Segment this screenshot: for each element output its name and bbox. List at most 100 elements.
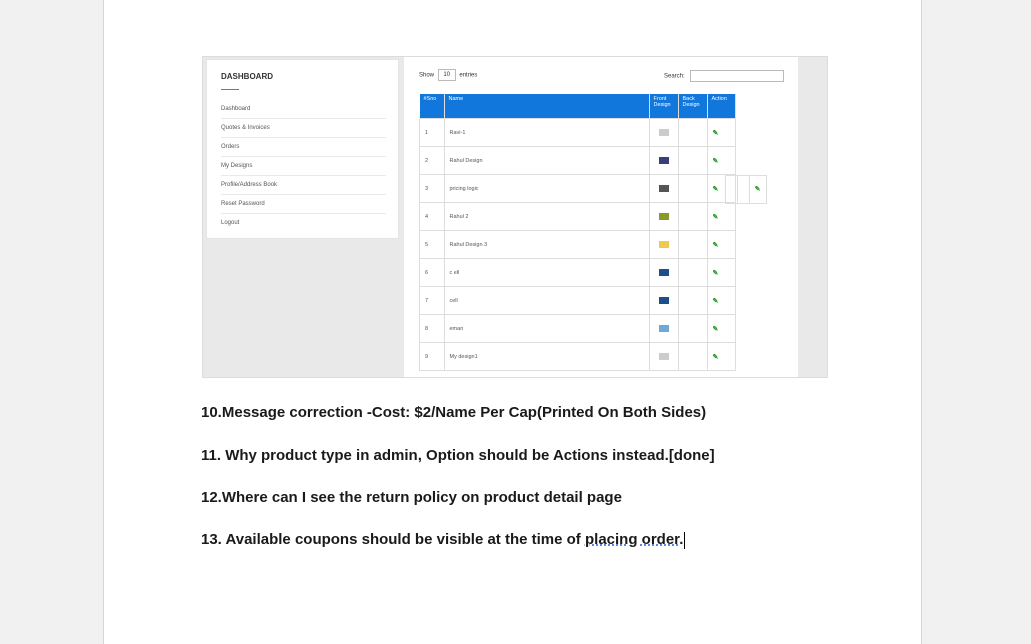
menu-item-my-designs: My Designs xyxy=(221,157,386,176)
dashboard-sidebar: DASHBOARD Dashboard Quotes & Invoices Or… xyxy=(206,59,399,239)
misaligned-action-cells: ✎ xyxy=(725,175,767,204)
cell-back-design xyxy=(677,342,708,371)
edit-icon: ✎ xyxy=(712,241,719,249)
document-page[interactable]: DASHBOARD Dashboard Quotes & Invoices Or… xyxy=(103,0,922,644)
cell-back-design xyxy=(677,258,708,287)
edit-icon: ✎ xyxy=(712,213,719,221)
cell-sno: 9 xyxy=(419,342,445,371)
cell-sno: 4 xyxy=(419,202,445,231)
cell-front-design xyxy=(648,146,679,175)
cell-front-design xyxy=(648,258,679,287)
cell-sno: 5 xyxy=(419,230,445,259)
col-front-design: Front Design xyxy=(649,94,679,119)
table-header-row: #Sno Name Front Design Back Design Actio… xyxy=(419,94,736,119)
dashboard-title: DASHBOARD xyxy=(221,72,273,81)
cell-back-design xyxy=(677,314,708,343)
edit-icon: ✎ xyxy=(712,185,719,193)
cell-action: ✎ xyxy=(706,146,736,175)
cell-front-design xyxy=(648,202,679,231)
cell-action: ✎ xyxy=(706,286,736,315)
point-13[interactable]: 13. Available coupons should be visible … xyxy=(201,531,686,549)
design-thumbnail-icon xyxy=(658,157,669,164)
cell-name: eman xyxy=(443,314,650,343)
cell-back-design xyxy=(677,286,708,315)
search-control: Search: xyxy=(664,70,785,82)
table-row: 8 eman ✎ xyxy=(419,314,736,343)
cell-name: pricing logic xyxy=(443,174,650,203)
table-row: 1 Ravi-1 ✎ xyxy=(419,118,736,147)
entries-label: entries xyxy=(459,72,478,79)
table-row: 4 Rahul 2 ✎ xyxy=(419,202,736,231)
cell-front-design xyxy=(648,314,679,343)
cell-name: cell xyxy=(443,286,650,315)
cell-action: ✎ xyxy=(706,342,736,371)
edit-icon: ✎ xyxy=(712,325,719,333)
cell-sno: 8 xyxy=(419,314,445,343)
cell-front-design xyxy=(648,230,679,259)
edit-icon: ✎ xyxy=(712,269,719,277)
embedded-screenshot: DASHBOARD Dashboard Quotes & Invoices Or… xyxy=(202,56,828,378)
point-13-end: . xyxy=(679,531,684,548)
show-label: Show xyxy=(419,72,435,79)
cell-action: ✎ xyxy=(706,230,736,259)
entries-control: Show 10 entries xyxy=(419,69,477,81)
title-underline xyxy=(221,89,239,90)
cell-front-design xyxy=(648,118,679,147)
table-row: 9 My design1 ✎ xyxy=(419,342,736,371)
point-12: 12.Where can I see the return policy on … xyxy=(201,489,622,506)
cell-name: Rahul Design 3 xyxy=(443,230,650,259)
cell-name: Rahul 2 xyxy=(443,202,650,231)
edit-icon: ✎ xyxy=(712,297,719,305)
table-row: 6c ell ✎ xyxy=(419,258,736,287)
cell-name: Ravi-1 xyxy=(443,118,650,147)
cell-action: ✎ xyxy=(706,202,736,231)
cell-name: Rahul Design xyxy=(443,146,650,175)
edit-icon: ✎ xyxy=(712,129,719,137)
edit-icon: ✎ xyxy=(712,157,719,165)
table-row: 5 Rahul Design 3 ✎ xyxy=(419,230,736,259)
cell-action: ✎ xyxy=(706,258,736,287)
designs-panel: Show 10 entries Search: #Sno Name Front … xyxy=(404,57,798,377)
design-thumbnail-icon xyxy=(658,129,669,136)
table-row: 2 Rahul Design ✎ xyxy=(419,146,736,175)
cell-sno: 1 xyxy=(419,118,445,147)
design-thumbnail-icon xyxy=(658,269,669,276)
cell-name: c ell xyxy=(443,258,650,287)
menu-item-quotes: Quotes & Invoices xyxy=(221,119,386,138)
cell-front-design xyxy=(648,174,679,203)
design-thumbnail-icon xyxy=(658,241,669,248)
cell-name: My design1 xyxy=(443,342,650,371)
menu-item-logout: Logout xyxy=(221,220,240,226)
stray-cell: ✎ xyxy=(749,175,767,204)
cell-sno: 7 xyxy=(419,286,445,315)
col-sno: #Sno xyxy=(419,94,445,119)
cell-back-design xyxy=(677,230,708,259)
design-thumbnail-icon xyxy=(658,213,669,220)
point-10: 10.Message correction -Cost: $2/Name Per… xyxy=(201,404,707,421)
cell-front-design xyxy=(648,286,679,315)
designs-table: #Sno Name Front Design Back Design Actio… xyxy=(419,94,736,371)
cell-back-design xyxy=(677,202,708,231)
col-action: Action xyxy=(707,94,736,119)
edit-icon: ✎ xyxy=(712,353,719,361)
search-label: Search: xyxy=(664,73,685,80)
menu-item-orders: Orders xyxy=(221,138,386,157)
edit-icon: ✎ xyxy=(754,186,761,193)
entries-select: 10 xyxy=(437,69,456,81)
cell-sno: 3 xyxy=(419,174,445,203)
menu-item-profile: Profile/Address Book xyxy=(221,176,386,195)
cell-action: ✎ xyxy=(706,314,736,343)
col-name: Name xyxy=(444,94,650,119)
design-thumbnail-icon xyxy=(658,185,669,192)
cell-back-design xyxy=(677,146,708,175)
point-11: 11. Why product type in admin, Option sh… xyxy=(201,447,715,464)
design-thumbnail-icon xyxy=(658,325,669,332)
cell-action: ✎ xyxy=(706,118,736,147)
cell-sno: 6 xyxy=(419,258,445,287)
cell-front-design xyxy=(648,342,679,371)
text-cursor xyxy=(684,531,686,549)
design-thumbnail-icon xyxy=(658,297,669,304)
table-row: 3 pricing logic ✎ xyxy=(419,174,736,203)
menu-item-dashboard: Dashboard xyxy=(221,100,386,119)
search-input xyxy=(690,70,785,82)
